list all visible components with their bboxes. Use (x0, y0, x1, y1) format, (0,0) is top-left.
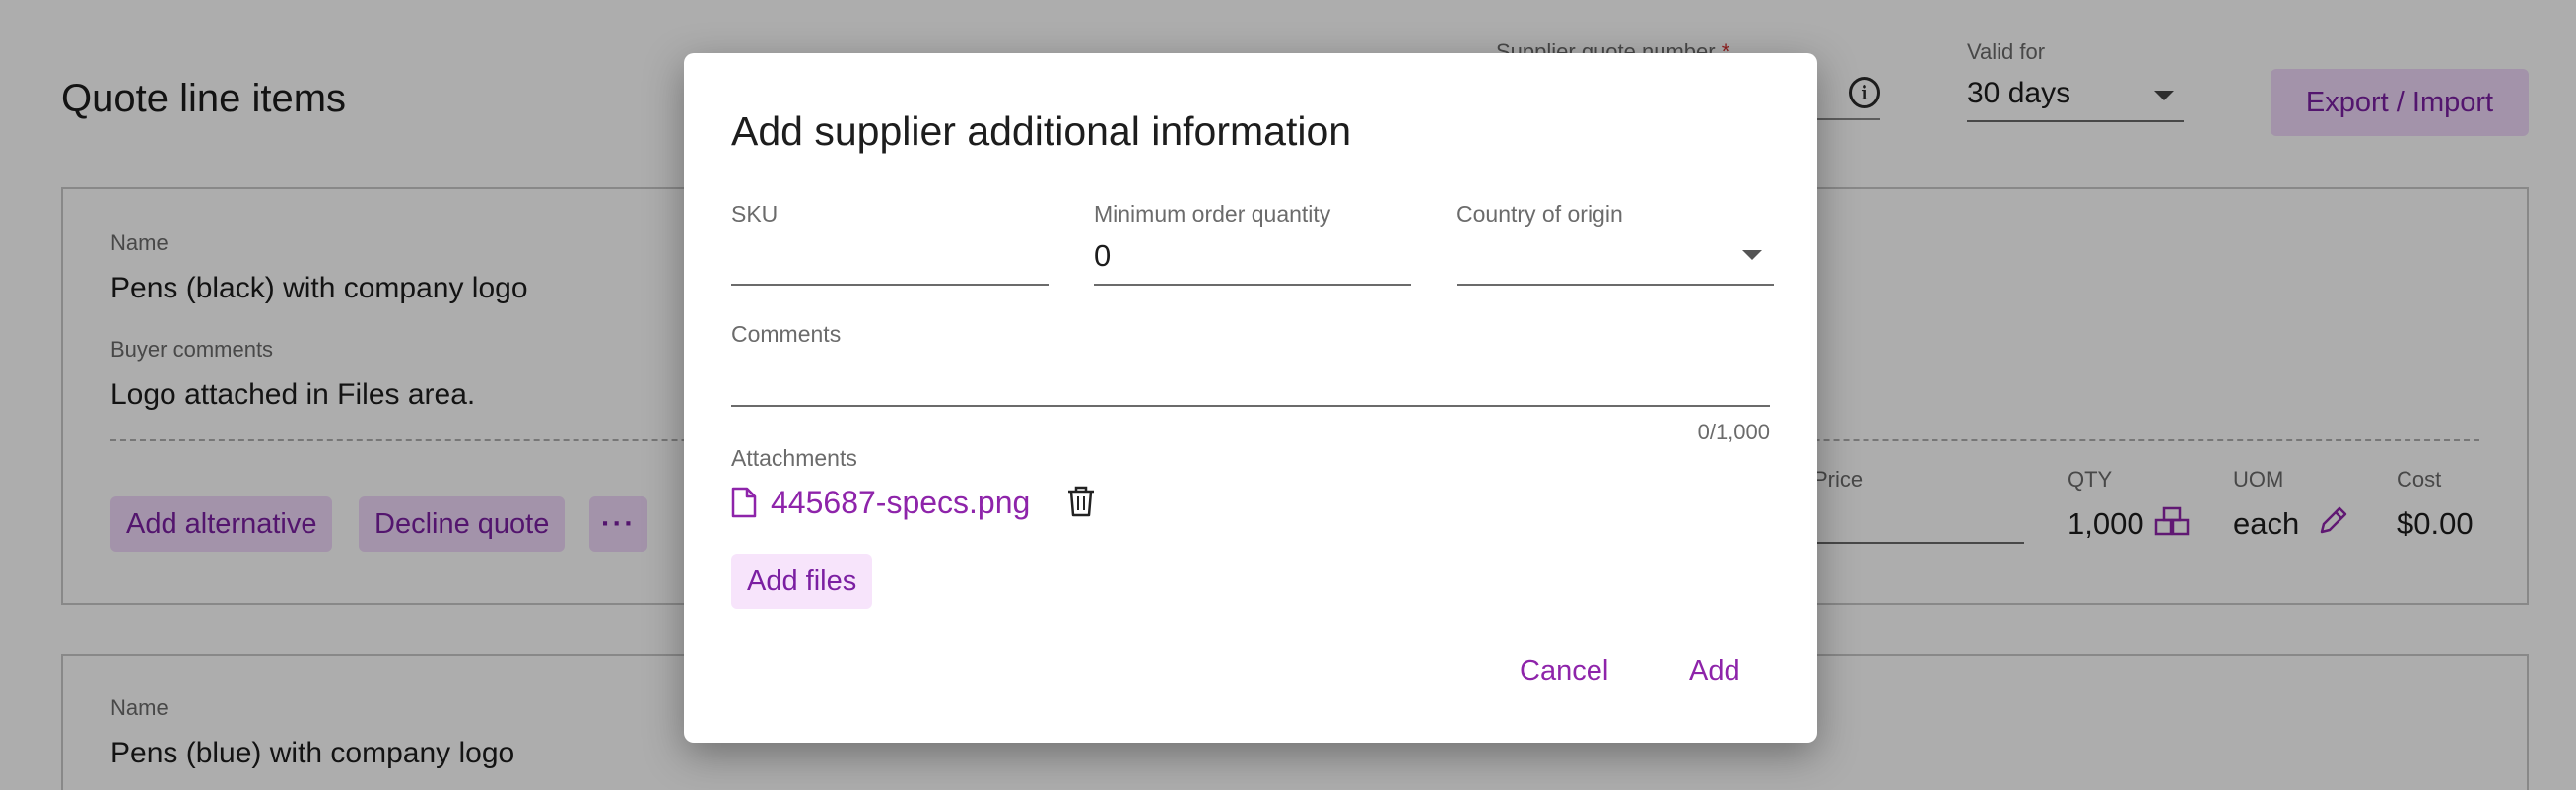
sku-underline (731, 284, 1049, 286)
add-files-button[interactable]: Add files (731, 554, 873, 609)
country-label: Country of origin (1457, 201, 1623, 227)
comments-label: Comments (731, 321, 842, 347)
attachment-file-link[interactable]: 445687-specs.png (771, 485, 1030, 521)
trash-icon[interactable] (1066, 485, 1096, 518)
country-underline (1457, 284, 1774, 286)
min-order-qty-underline (1094, 284, 1411, 286)
comments-char-counter: 0/1,000 (1697, 420, 1770, 444)
cancel-button[interactable]: Cancel (1504, 644, 1624, 697)
add-button[interactable]: Add (1673, 644, 1756, 697)
add-supplier-info-dialog: Add supplier additional information SKU … (684, 53, 1817, 743)
min-order-qty-input[interactable]: 0 (1094, 238, 1111, 274)
chevron-down-icon[interactable] (1742, 250, 1762, 260)
sku-label: SKU (731, 201, 779, 227)
attachments-label: Attachments (731, 445, 857, 471)
comments-underline (731, 405, 1770, 407)
dialog-title: Add supplier additional information (731, 108, 1352, 154)
file-icon (731, 487, 757, 518)
min-order-qty-label: Minimum order quantity (1094, 201, 1331, 227)
